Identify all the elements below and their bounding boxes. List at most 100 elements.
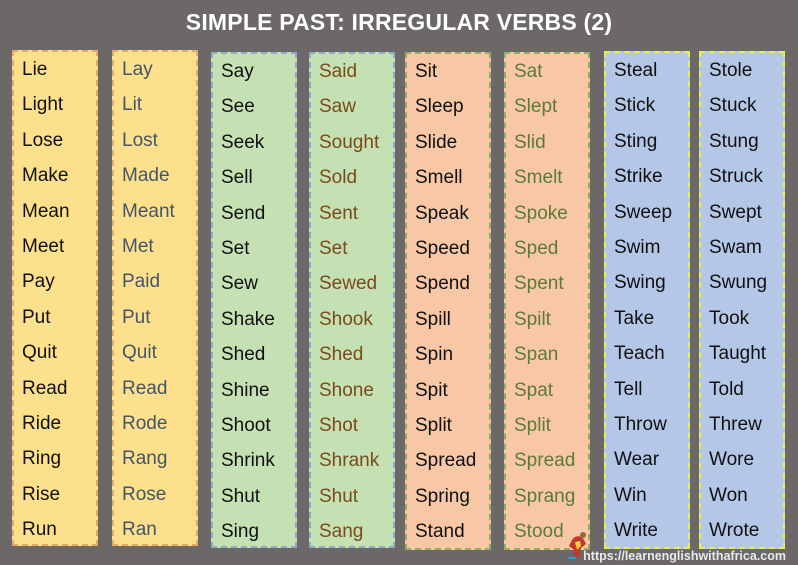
past-form-verb: Swam	[709, 236, 762, 258]
past-form-verb: Wore	[709, 449, 755, 471]
base-form-verb: Split	[415, 414, 452, 436]
base-form-verb: Sleep	[415, 96, 464, 118]
past-form-verb: Ran	[122, 519, 157, 541]
past-form-verb: Spread	[514, 450, 576, 472]
past-form-verb: Read	[122, 377, 168, 399]
past-form-verb: Spoke	[514, 202, 568, 224]
base-form-verb: Swing	[614, 272, 666, 294]
base-form-verb: Send	[221, 202, 266, 224]
past-form-verb: Made	[122, 165, 170, 187]
base-form-verb: Sing	[221, 521, 260, 543]
past-form-verb: Took	[709, 307, 750, 329]
base-form-verb: Shoot	[221, 414, 271, 436]
green-past-column: Said Saw Sought Sold Sent Set Sewed Shook Shed Sh…	[309, 52, 395, 548]
base-form-verb: Take	[614, 307, 655, 329]
yellow-past-column: Lay Lit Lost Made Meant Met Paid Put Quit Read Rod…	[112, 50, 198, 546]
base-form-verb: Steal	[614, 60, 658, 81]
past-form-verb: Rode	[122, 412, 168, 434]
base-form-verb: Wear	[614, 449, 660, 471]
past-form-verb: Shed	[319, 344, 364, 366]
base-form-verb: Lose	[22, 129, 64, 151]
base-form-verb: Win	[614, 484, 647, 506]
base-form-verb: Shake	[221, 308, 275, 330]
past-form-verb: Meant	[122, 200, 175, 222]
past-form-verb: Split	[514, 414, 551, 436]
past-form-verb: Slept	[514, 96, 558, 118]
base-form-verb: Set	[221, 237, 250, 259]
base-form-verb: Ride	[22, 412, 62, 434]
base-form-verb: Put	[22, 306, 51, 328]
base-form-verb: Mean	[22, 200, 70, 222]
base-form-verb: Spill	[415, 308, 451, 330]
past-form-verb: Spilt	[514, 308, 551, 330]
past-form-verb: Quit	[122, 342, 157, 364]
base-form-verb: Run	[22, 519, 57, 541]
past-form-verb: Shone	[319, 379, 374, 401]
base-form-verb: Stand	[415, 521, 465, 543]
base-form-verb: Spend	[415, 273, 470, 295]
past-form-verb: Spent	[514, 273, 564, 295]
past-form-verb: Stole	[709, 60, 753, 81]
past-form-verb: Sold	[319, 167, 358, 189]
source-url: https://learnenglishwithafrica.com	[583, 549, 786, 563]
base-form-verb: Ring	[22, 448, 62, 470]
past-form-verb: Sewed	[319, 273, 378, 295]
past-form-verb: Lit	[122, 94, 143, 116]
base-form-verb: Meet	[22, 235, 65, 257]
past-form-verb: Met	[122, 235, 154, 257]
base-form-verb: Seek	[221, 131, 265, 153]
past-form-verb: Struck	[709, 166, 763, 188]
past-form-verb: Stuck	[709, 95, 757, 117]
base-form-verb: Sell	[221, 167, 253, 189]
base-form-verb: Spread	[415, 450, 477, 472]
base-form-verb: Light	[22, 94, 64, 116]
past-form-verb: Swept	[709, 201, 762, 223]
past-form-verb: Stung	[709, 130, 759, 152]
yellow-base-column: Lie Light Lose Make Mean Meet Pay Put Quit Read Ri…	[12, 50, 98, 546]
base-form-verb: Make	[22, 165, 69, 187]
past-form-verb: Paid	[122, 271, 161, 293]
base-form-verb: Shut	[221, 485, 261, 507]
past-form-verb: Rose	[122, 483, 167, 505]
base-form-verb: Read	[22, 377, 68, 399]
base-form-verb: Shine	[221, 379, 270, 401]
past-form-verb: Set	[319, 237, 348, 259]
past-form-verb: Taught	[709, 343, 767, 365]
base-form-verb: Swim	[614, 236, 661, 258]
past-form-verb: Lay	[122, 59, 153, 80]
past-form-verb: Shook	[319, 308, 373, 330]
orange-past-column: Sat Slept Slid Smelt Spoke Sped Spent Spilt Span…	[504, 52, 590, 550]
past-form-verb: Swung	[709, 272, 768, 294]
past-form-verb: Saw	[319, 96, 356, 118]
blue-past-column: Stole Stuck Stung Struck Swept Swam Swung Took T…	[699, 51, 785, 549]
past-form-verb: Span	[514, 344, 559, 366]
past-form-verb: Said	[319, 61, 358, 82]
base-form-verb: Spin	[415, 344, 454, 366]
past-form-verb: Shut	[319, 485, 359, 507]
past-form-verb: Slid	[514, 131, 546, 153]
base-form-verb: Quit	[22, 342, 57, 364]
base-form-verb: Spit	[415, 379, 448, 401]
base-form-verb: Pay	[22, 271, 55, 293]
past-form-verb: Told	[709, 378, 744, 400]
base-form-verb: Rise	[22, 483, 61, 505]
base-form-verb: Slide	[415, 131, 458, 153]
base-form-verb: Sweep	[614, 201, 673, 223]
past-form-verb: Sped	[514, 237, 559, 259]
blue-base-column: Steal Stick Sting Strike Sweep Swim Swing Take T…	[604, 51, 690, 549]
base-form-verb: Smell	[415, 167, 463, 189]
base-form-verb: Say	[221, 61, 254, 82]
past-form-verb: Lost	[122, 129, 158, 151]
orange-base-column: Sit Sleep Slide Smell Speak Speed Spend Spill Sp…	[405, 52, 491, 550]
past-form-verb: Spat	[514, 379, 554, 401]
base-form-verb: Strike	[614, 166, 663, 188]
past-form-verb: Rang	[122, 448, 168, 470]
past-form-verb: Won	[709, 484, 748, 506]
base-form-verb: Stick	[614, 95, 656, 117]
past-form-verb: Shrank	[319, 450, 380, 472]
base-form-verb: Sit	[415, 61, 438, 82]
base-form-verb: Sew	[221, 273, 258, 295]
past-form-verb: Sang	[319, 521, 364, 543]
base-form-verb: Speed	[415, 237, 470, 259]
past-form-verb: Sent	[319, 202, 359, 224]
